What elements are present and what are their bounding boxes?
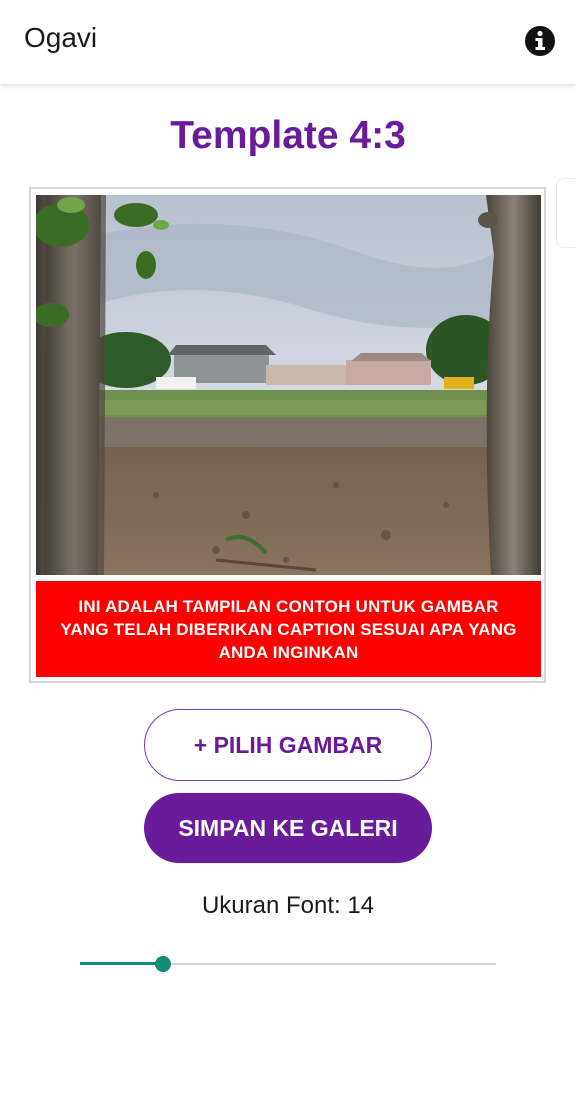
preview-photo [36, 195, 541, 575]
app-bar: Ogavi [0, 0, 576, 84]
slider-thumb[interactable] [155, 956, 171, 972]
preview-card: INI ADALAH TAMPILAN CONTOH UNTUK GAMBAR … [29, 187, 546, 683]
font-size-slider[interactable] [80, 952, 496, 976]
page-title: Template 4:3 [170, 114, 406, 157]
caption-text: INI ADALAH TAMPILAN CONTOH UNTUK GAMBAR … [60, 596, 517, 662]
save-to-gallery-button[interactable]: SIMPAN KE GALERI [144, 793, 432, 863]
slider-fill [80, 962, 163, 965]
app-title: Ogavi [24, 22, 98, 53]
font-size-label: Ukuran Font: 14 [201, 892, 375, 919]
pick-image-button[interactable]: + PILIH GAMBAR [144, 709, 432, 781]
side-panel-edge [556, 178, 576, 248]
info-button[interactable] [524, 25, 556, 57]
caption-box: INI ADALAH TAMPILAN CONTOH UNTUK GAMBAR … [36, 581, 541, 677]
info-circle-icon [525, 26, 555, 56]
